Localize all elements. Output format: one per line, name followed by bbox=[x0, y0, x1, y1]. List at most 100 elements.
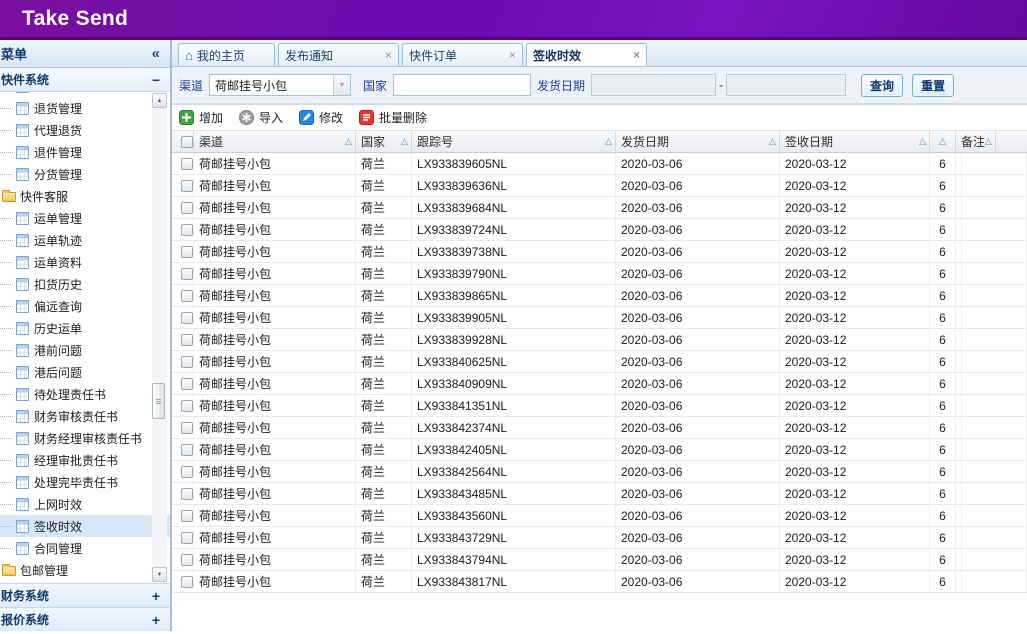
toolbar-add-button[interactable]: 增加 bbox=[179, 109, 223, 126]
sort-icon[interactable]: △ bbox=[985, 137, 992, 146]
accordion-express-system[interactable]: 快件系统 − bbox=[0, 68, 170, 92]
sidebar-folder-item[interactable]: 快件客服 bbox=[0, 185, 170, 207]
sidebar-item[interactable]: 历史运单 bbox=[0, 317, 170, 339]
search-button[interactable]: 查询 bbox=[861, 74, 903, 97]
channel-select[interactable]: 荷邮挂号小包 ▼ bbox=[209, 74, 351, 96]
sidebar-item[interactable]: 处理完毕责任书 bbox=[0, 471, 170, 493]
row-checkbox[interactable] bbox=[181, 246, 193, 258]
sidebar-item[interactable]: 上网时效 bbox=[0, 493, 170, 515]
sort-icon[interactable]: △ bbox=[401, 137, 408, 146]
country-input[interactable] bbox=[393, 74, 531, 96]
row-checkbox[interactable] bbox=[181, 444, 193, 456]
sidebar-item[interactable]: 港后问题 bbox=[0, 361, 170, 383]
row-checkbox[interactable] bbox=[181, 532, 193, 544]
tab-sign-receive-time[interactable]: 签收时效× bbox=[526, 43, 647, 66]
sidebar-item[interactable]: 代理退货 bbox=[0, 119, 170, 141]
row-checkbox[interactable] bbox=[181, 202, 193, 214]
tab-my-home[interactable]: ⌂我的主页 bbox=[178, 43, 275, 66]
row-checkbox[interactable] bbox=[181, 356, 193, 368]
sidebar-item[interactable]: 签收时效 bbox=[0, 515, 170, 537]
date-from-input[interactable] bbox=[591, 74, 716, 96]
sidebar-item[interactable]: 合同管理 bbox=[0, 537, 170, 559]
row-checkbox[interactable] bbox=[181, 378, 193, 390]
sidebar-item[interactable]: 运单轨迹 bbox=[0, 229, 170, 251]
cell-ship: 2020-03-06 bbox=[616, 483, 780, 504]
tree-connector bbox=[0, 394, 13, 395]
close-icon[interactable]: × bbox=[385, 48, 392, 62]
column-header-track[interactable]: 跟踪号△ bbox=[412, 131, 616, 152]
sidebar-item[interactable]: 偏远查询 bbox=[0, 295, 170, 317]
cell-ship: 2020-03-06 bbox=[616, 417, 780, 438]
cell-sign: 2020-03-12 bbox=[780, 285, 930, 306]
column-header-days[interactable]: △ bbox=[930, 131, 956, 152]
row-checkbox[interactable] bbox=[181, 180, 193, 192]
scrollbar-thumb[interactable] bbox=[152, 383, 165, 419]
column-header-remark[interactable]: 备注△ bbox=[956, 131, 996, 152]
row-checkbox[interactable] bbox=[181, 334, 193, 346]
sidebar-item[interactable]: 退货管理 bbox=[0, 97, 170, 119]
sidebar-item-label: 经理审批责任书 bbox=[34, 452, 118, 469]
sidebar-item[interactable]: 经理审批责任书 bbox=[0, 449, 170, 471]
sort-icon[interactable]: △ bbox=[345, 137, 352, 146]
sidebar-item[interactable]: 港前问题 bbox=[0, 339, 170, 361]
row-checkbox[interactable] bbox=[181, 422, 193, 434]
sidebar-item[interactable]: 扣货历史 bbox=[0, 273, 170, 295]
column-header-ship[interactable]: 发货日期△ bbox=[616, 131, 780, 152]
date-to-input[interactable] bbox=[726, 74, 846, 96]
row-checkbox[interactable] bbox=[181, 268, 193, 280]
tree-scrollbar[interactable]: ▲ ▼ bbox=[152, 93, 167, 582]
row-checkbox[interactable] bbox=[181, 466, 193, 478]
row-checkbox[interactable] bbox=[181, 312, 193, 324]
row-checkbox[interactable] bbox=[181, 290, 193, 302]
select-all-checkbox[interactable] bbox=[181, 136, 193, 148]
toolbar-edit-button[interactable]: 修改 bbox=[299, 109, 343, 126]
sort-icon[interactable]: △ bbox=[769, 137, 776, 146]
table-icon bbox=[16, 92, 29, 93]
sidebar-item[interactable]: 待处理责任书 bbox=[0, 383, 170, 405]
scroll-up-icon[interactable]: ▲ bbox=[152, 93, 167, 108]
row-checkbox[interactable] bbox=[181, 510, 193, 522]
cell-ship: 2020-03-06 bbox=[616, 197, 780, 218]
sort-icon[interactable]: △ bbox=[939, 137, 946, 146]
row-checkbox[interactable] bbox=[181, 488, 193, 500]
tree-connector bbox=[0, 372, 13, 373]
sidebar-item[interactable]: 财务审核责任书 bbox=[0, 405, 170, 427]
column-header-country[interactable]: 国家△ bbox=[356, 131, 412, 152]
cell-track: LX933842405NL bbox=[412, 439, 616, 460]
collapse-section-icon[interactable]: − bbox=[152, 72, 160, 88]
scrollbar-track[interactable] bbox=[152, 108, 167, 567]
table-row: 荷邮挂号小包荷兰LX933842374NL2020-03-062020-03-1… bbox=[172, 417, 1027, 439]
sidebar-item[interactable]: 运单管理 bbox=[0, 207, 170, 229]
close-icon[interactable]: × bbox=[633, 48, 640, 62]
sidebar-item[interactable]: 退件管理 bbox=[0, 141, 170, 163]
accordion-quote-system[interactable]: 报价系统 + bbox=[0, 607, 170, 631]
expand-section-icon[interactable]: + bbox=[152, 612, 160, 628]
sidebar-item[interactable]: 运单资料 bbox=[0, 251, 170, 273]
row-checkbox[interactable] bbox=[181, 224, 193, 236]
row-checkbox[interactable] bbox=[181, 576, 193, 588]
collapse-sidebar-icon[interactable]: « bbox=[152, 45, 160, 62]
sort-icon[interactable]: △ bbox=[605, 137, 612, 146]
close-icon[interactable]: × bbox=[509, 48, 516, 62]
cell-sign: 2020-03-12 bbox=[780, 505, 930, 526]
row-checkbox[interactable] bbox=[181, 400, 193, 412]
row-checkbox[interactable] bbox=[181, 554, 193, 566]
toolbar-import-button[interactable]: 导入 bbox=[239, 109, 283, 126]
tab-publish-notice[interactable]: 发布通知× bbox=[278, 43, 399, 66]
row-checkbox[interactable] bbox=[181, 158, 193, 170]
scroll-down-icon[interactable]: ▼ bbox=[152, 567, 167, 582]
column-header-channel[interactable]: 渠道△ bbox=[194, 131, 356, 152]
accordion-finance-system[interactable]: 财务系统 + bbox=[0, 583, 170, 607]
sidebar-item[interactable]: 分货管理 bbox=[0, 163, 170, 185]
tab-express-order[interactable]: 快件订单× bbox=[402, 43, 523, 66]
cell-country: 荷兰 bbox=[356, 373, 412, 394]
cell-sign: 2020-03-12 bbox=[780, 351, 930, 372]
column-header-sign[interactable]: 签收日期△ bbox=[780, 131, 930, 152]
sidebar-folder-item[interactable]: 包邮管理 bbox=[0, 559, 170, 581]
toolbar-batch-delete-button[interactable]: 批量删除 bbox=[359, 109, 427, 126]
chevron-down-icon[interactable]: ▼ bbox=[333, 75, 350, 95]
sort-icon[interactable]: △ bbox=[919, 137, 926, 146]
reset-button[interactable]: 重置 bbox=[912, 74, 954, 97]
expand-section-icon[interactable]: + bbox=[152, 588, 160, 604]
sidebar-item[interactable]: 财务经理审核责任书 bbox=[0, 427, 170, 449]
